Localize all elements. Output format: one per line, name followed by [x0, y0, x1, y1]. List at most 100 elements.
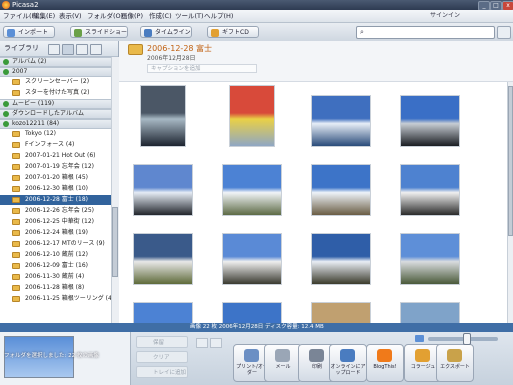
- export-icon: [447, 349, 462, 362]
- expand-collapse-icon[interactable]: [3, 59, 9, 65]
- library-section-label: 2007: [12, 68, 28, 75]
- folder-icon: [12, 175, 20, 181]
- collapse-all-icon[interactable]: [48, 44, 60, 55]
- folder-item[interactable]: スターを付けた写真 (2): [0, 88, 111, 98]
- library-scrollbar-thumb[interactable]: [112, 207, 118, 277]
- menu-tools[interactable]: ツール(T): [175, 10, 204, 22]
- folder-item[interactable]: 2006-12-28 富士 (18): [0, 195, 111, 205]
- photo-mt-fuji-1[interactable]: [311, 95, 371, 147]
- tray-button-label: BlogThis!: [373, 364, 397, 370]
- menu-help[interactable]: ヘルプ(H): [204, 10, 233, 22]
- photo-motorcycle-1[interactable]: [400, 95, 460, 147]
- thumbnail-size-icon: [415, 335, 424, 342]
- view-list-icon[interactable]: [62, 44, 74, 55]
- photo-grid: [119, 82, 507, 354]
- folder-icon: [12, 186, 20, 192]
- zoom-slider-handle[interactable]: [463, 333, 471, 345]
- library-section[interactable]: 2007: [0, 67, 111, 77]
- menu-create[interactable]: 作成(C): [149, 10, 172, 22]
- folder-item[interactable]: 2006-11-30 蔵前 (4): [0, 272, 111, 282]
- expand-collapse-icon[interactable]: [3, 69, 9, 75]
- folder-item[interactable]: 2007-01-21 Hot Out (6): [0, 151, 111, 161]
- slideshow-label: スライドショー: [85, 29, 128, 36]
- library-section-label: ムービー (119): [12, 100, 55, 107]
- folder-item[interactable]: Fインフォース (4): [0, 140, 111, 150]
- photo-fuji-motorcycle[interactable]: [133, 164, 193, 216]
- folder-item[interactable]: 2007-01-20 箱根 (45): [0, 173, 111, 183]
- folder-icon: [12, 263, 20, 269]
- photo-image: [141, 86, 185, 146]
- library-section[interactable]: アルバム (2): [0, 57, 111, 67]
- grid-scrollbar-thumb[interactable]: [508, 86, 513, 236]
- timeline-button[interactable]: タイムライン: [140, 26, 192, 38]
- gift-cd-icon: [211, 29, 219, 37]
- folder-item[interactable]: 2006-12-09 富士 (16): [0, 261, 111, 271]
- photo-cows-fuji[interactable]: [311, 233, 371, 285]
- folder-icon: [12, 164, 20, 170]
- folder-item-label: 2007-01-20 箱根 (45): [25, 174, 89, 181]
- photo-cows-grass[interactable]: [133, 233, 193, 285]
- status-bar: 画像 22 枚 2006年12月28日 ディスク容量: 12.4 MB: [0, 323, 513, 332]
- expand-collapse-icon[interactable]: [3, 111, 9, 117]
- photo-image: [223, 234, 281, 284]
- search-input[interactable]: ⌕: [356, 26, 495, 39]
- library-section[interactable]: ムービー (119): [0, 99, 111, 109]
- gift-cd-label: ギフトCD: [222, 29, 249, 36]
- view-tree-icon[interactable]: [76, 44, 88, 55]
- library-section[interactable]: kozo12211 (84): [0, 119, 111, 129]
- slideshow-button[interactable]: スライドショー: [70, 26, 128, 38]
- account-link[interactable]: サインイン: [430, 10, 460, 22]
- folder-item[interactable]: 2006-12-25 中華街 (12): [0, 217, 111, 227]
- expand-collapse-icon[interactable]: [3, 121, 9, 127]
- photo-cow-1[interactable]: [400, 164, 460, 216]
- menu-view[interactable]: 表示(V): [59, 10, 82, 22]
- library-section-label: ダウンロードしたアルバム: [12, 110, 84, 117]
- photo-image: [230, 86, 274, 146]
- photo-road[interactable]: [400, 233, 460, 285]
- email-button[interactable]: メール: [264, 344, 302, 382]
- upload-button[interactable]: オンラインにアップロード: [329, 344, 367, 382]
- status-text: 画像 22 枚 2006年12月28日 ディスク容量: 12.4 MB: [190, 324, 324, 330]
- menu-edit[interactable]: 編集(E): [33, 10, 55, 22]
- menu-bar: ファイル(F) 編集(E) 表示(V) フォルダ(O) 画像(P) 作成(C) …: [0, 10, 513, 23]
- blogger-button[interactable]: BlogThis!: [366, 344, 404, 382]
- folder-item[interactable]: Tokyo (12): [0, 129, 111, 139]
- folder-item[interactable]: 2006-11-25 箱根ツーリング (4): [0, 294, 111, 304]
- album-description-field[interactable]: キャプションを追加: [147, 64, 257, 73]
- folder-item[interactable]: 2006-12-24 箱根 (19): [0, 228, 111, 238]
- folder-item[interactable]: 2006-12-10 蔵前 (12): [0, 250, 111, 260]
- photo-two-people[interactable]: [140, 85, 186, 147]
- photo-cow-2[interactable]: [222, 233, 282, 285]
- folder-item-label: 2006-12-24 箱根 (19): [25, 229, 89, 236]
- folder-icon: [12, 90, 20, 96]
- import-button[interactable]: インポート: [3, 26, 55, 38]
- folder-item[interactable]: 2006-11-28 箱根 (8): [0, 283, 111, 293]
- gift-cd-button[interactable]: ギフトCD: [207, 26, 259, 38]
- search-options-button[interactable]: [497, 26, 511, 39]
- folder-item[interactable]: スクリーンセーバー (2): [0, 77, 111, 87]
- photo-fuji-field-2[interactable]: [311, 164, 371, 216]
- folder-item-label: 2007-01-19 忘年会 (12): [25, 163, 95, 170]
- folder-item-label: 2006-12-09 富士 (16): [25, 262, 89, 269]
- library-section[interactable]: ダウンロードしたアルバム: [0, 109, 111, 119]
- folder-item[interactable]: 2007-01-19 忘年会 (12): [0, 162, 111, 172]
- grid-scrollbar[interactable]: [507, 82, 513, 323]
- folder-item[interactable]: 2006-12-26 忘年会 (25): [0, 206, 111, 216]
- folder-item-label: 2006-11-28 箱根 (8): [25, 284, 85, 291]
- library-scrollbar[interactable]: [111, 57, 119, 323]
- photo-fuji-field-1[interactable]: [222, 164, 282, 216]
- photo-ronald-statue[interactable]: [229, 85, 275, 147]
- folder-icon: [12, 153, 20, 159]
- view-options-icon[interactable]: [90, 44, 102, 55]
- tray-button-label: オンラインにアップロード: [330, 364, 366, 376]
- folder-icon: [12, 208, 20, 214]
- export-button[interactable]: エクスポート: [436, 344, 474, 382]
- expand-collapse-icon[interactable]: [3, 101, 9, 107]
- folder-item[interactable]: 2006-12-30 箱根 (10): [0, 184, 111, 194]
- library-panel: ライブラリ アルバム (2) 2007 スクリーンセーバー (2) スターを付けた写真…: [0, 41, 119, 323]
- photo-image: [401, 165, 459, 215]
- folder-icon: [12, 79, 20, 85]
- menu-folder[interactable]: フォルダ(O): [87, 10, 123, 22]
- menu-picture[interactable]: 画像(P): [121, 10, 143, 22]
- folder-item[interactable]: 2006-12-17 MTのリース (9): [0, 239, 111, 249]
